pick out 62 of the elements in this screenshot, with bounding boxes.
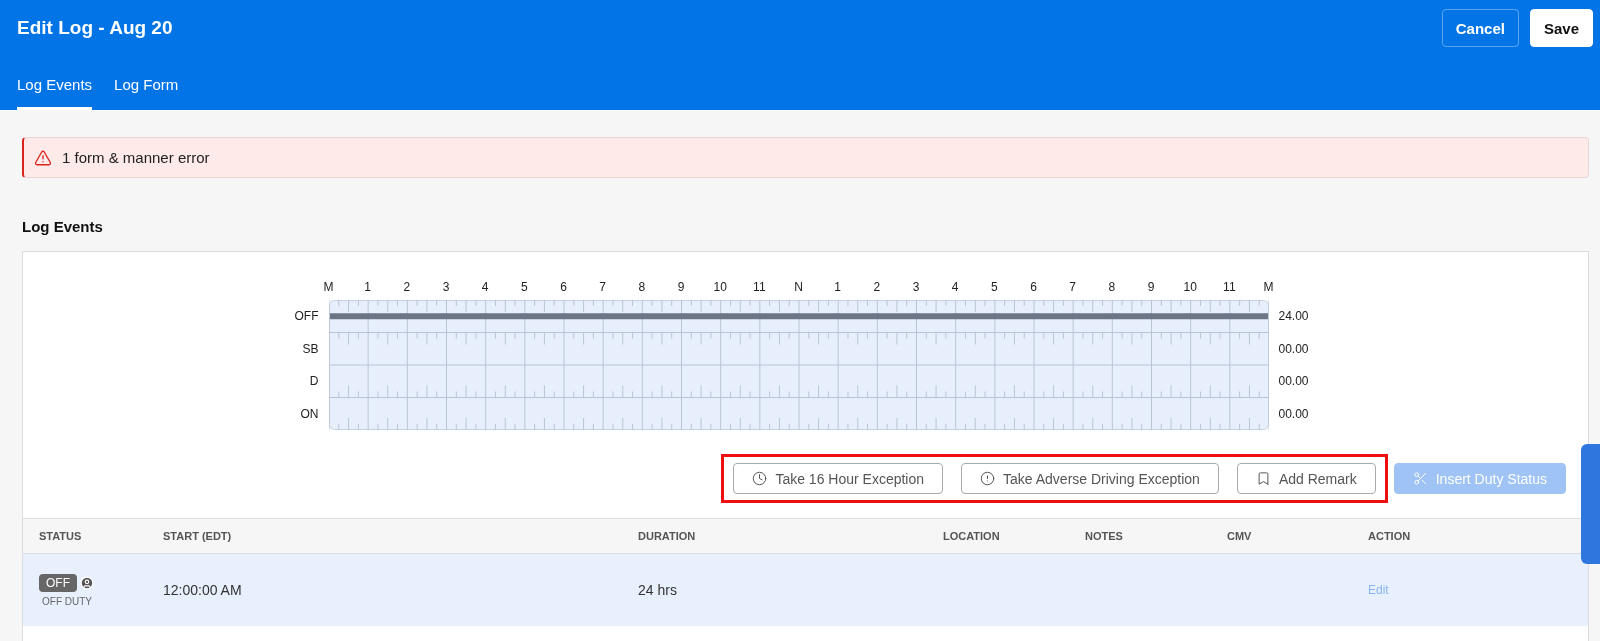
alert-circle-icon <box>980 471 996 486</box>
row-total: 00.00 <box>1278 405 1310 423</box>
page-title: Edit Log - Aug 20 <box>17 17 173 39</box>
hour-label: 10 <box>1183 280 1197 294</box>
clock-icon <box>752 471 768 486</box>
tab[interactable]: Log Events <box>17 76 93 110</box>
hour-label: 4 <box>951 280 959 294</box>
column-header: DURATION <box>638 530 697 542</box>
column-header: START (EDT) <box>163 530 233 542</box>
column-header: NOTES <box>1085 530 1124 542</box>
table-cell-text: 12:00:00 AM <box>163 582 243 598</box>
tab[interactable]: Log Form <box>114 76 179 110</box>
table-cell-text: 24 hrs <box>638 582 678 598</box>
hour-label: 8 <box>1108 280 1116 294</box>
side-tab[interactable] <box>1581 444 1600 564</box>
hour-label: 5 <box>991 280 998 294</box>
hour-label: M <box>323 280 334 294</box>
hour-label: 8 <box>638 280 646 294</box>
action-button[interactable]: Add Remark <box>1236 463 1376 494</box>
bookmark-icon <box>1255 471 1271 486</box>
action-button[interactable]: Take Adverse Driving Exception <box>961 463 1219 494</box>
row-label: D <box>308 373 319 391</box>
row-total: 00.00 <box>1278 340 1310 358</box>
hour-label: 7 <box>599 280 606 294</box>
save-button[interactable]: Save <box>1529 9 1593 47</box>
hour-label: 1 <box>834 280 841 294</box>
section-title: Log Events <box>22 218 104 235</box>
hour-label: 6 <box>1030 280 1037 294</box>
hour-label: 4 <box>481 280 489 294</box>
cancel-button[interactable]: Cancel <box>1441 9 1519 47</box>
hour-label: 6 <box>560 280 567 294</box>
hour-label: 10 <box>713 280 727 294</box>
hour-label: 11 <box>1223 280 1236 294</box>
user-icon <box>80 575 94 590</box>
row-total: 24.00 <box>1278 308 1310 326</box>
hour-label: 5 <box>521 280 528 294</box>
row-total: 00.00 <box>1278 373 1310 391</box>
column-header: ACTION <box>1368 530 1412 542</box>
hour-label: 3 <box>912 280 920 294</box>
action-button[interactable]: Take 16 Hour Exception <box>733 463 944 494</box>
row-label: SB <box>301 340 319 358</box>
hour-label: 3 <box>442 280 450 294</box>
table-row[interactable]: OFF OFF DUTY 12:00:00 AM 24 hrs Edit <box>23 554 1588 626</box>
row-label: ON <box>299 405 319 423</box>
hour-label: 1 <box>364 280 371 294</box>
alert-message: 1 form & manner error <box>62 149 210 166</box>
column-header: STATUS <box>39 530 83 542</box>
hour-label: 2 <box>873 280 881 294</box>
hour-label: 2 <box>403 280 411 294</box>
hour-label: N <box>794 280 803 294</box>
hour-label: 9 <box>677 280 685 294</box>
warning-icon <box>34 148 52 167</box>
hour-label: 11 <box>753 280 766 294</box>
scissors-icon <box>1412 471 1428 486</box>
hour-label: 7 <box>1069 280 1076 294</box>
column-header: LOCATION <box>943 530 1001 542</box>
status-text: OFF DUTY <box>41 595 92 607</box>
column-header: CMV <box>1227 530 1253 542</box>
row-label: OFF <box>293 308 319 326</box>
status-badge: OFF <box>39 573 77 592</box>
hour-label: 9 <box>1147 280 1155 294</box>
hour-label: M <box>1263 280 1274 294</box>
